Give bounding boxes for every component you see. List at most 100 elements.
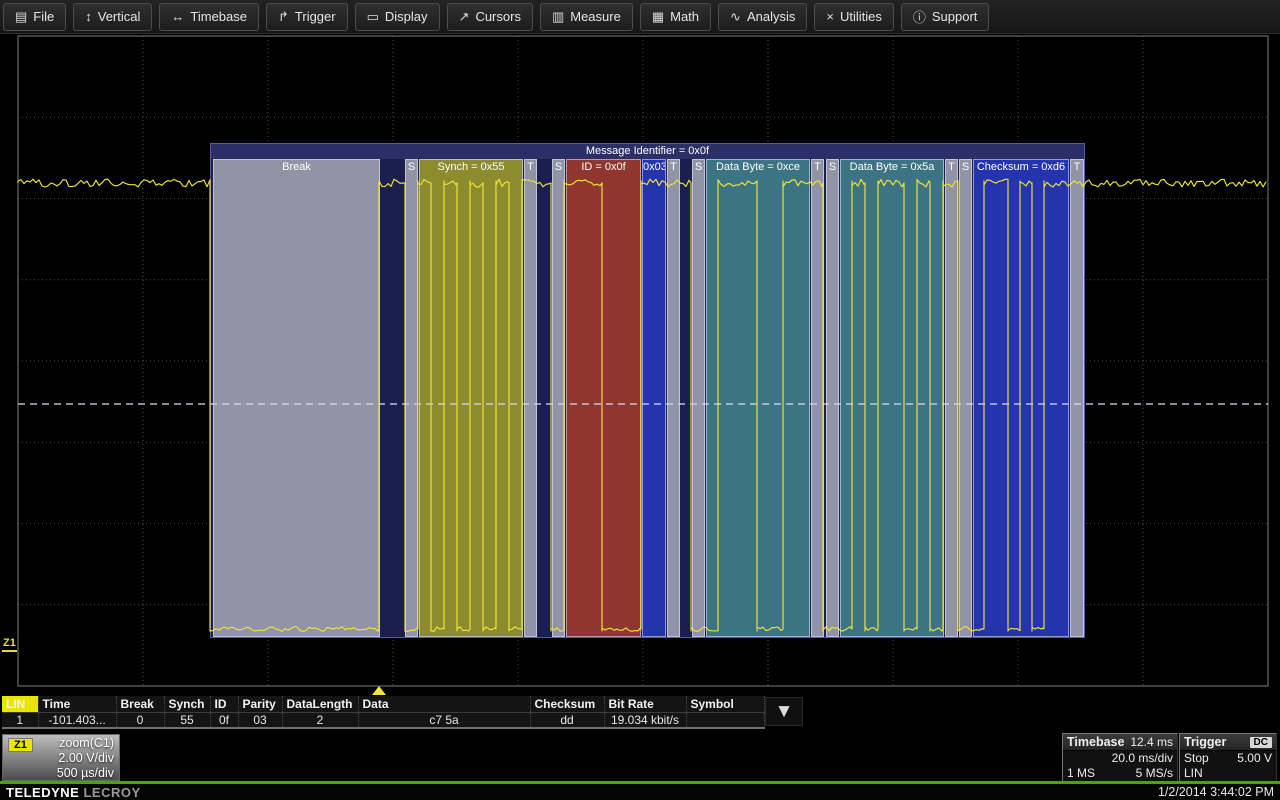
menu-support[interactable]: ⓘ Support bbox=[901, 3, 990, 31]
decode-field-label: S bbox=[406, 161, 417, 174]
menu-trigger-label: Trigger bbox=[295, 9, 336, 24]
decode-field-t: T bbox=[667, 159, 680, 637]
decode-field-label: Data Byte = 0x5a bbox=[841, 161, 943, 174]
timebase-descriptor[interactable]: Timebase 12.4 ms 20.0 ms/div 1 MS 5 MS/s bbox=[1062, 733, 1178, 782]
decode-table-header-row: LIN Time Break Synch ID Parity DataLengt… bbox=[2, 696, 764, 712]
table-dropdown-button[interactable]: ▼ bbox=[765, 697, 803, 726]
cell-data: c7 5a bbox=[358, 712, 530, 728]
decode-field-label: Data Byte = 0xce bbox=[707, 161, 809, 174]
decode-field-label: T bbox=[525, 161, 536, 174]
timebase-samples: 1 MS bbox=[1067, 766, 1095, 781]
decode-field-data: Data Byte = 0xce bbox=[706, 159, 810, 637]
decode-field-label: T bbox=[1071, 161, 1083, 174]
decode-field-checksum: Checksum = 0xd6 bbox=[973, 159, 1069, 637]
trigger-type: LIN bbox=[1184, 766, 1203, 781]
info-icon: ⓘ bbox=[913, 7, 926, 26]
menu-trigger[interactable]: ↱ Trigger bbox=[266, 3, 348, 31]
z1-trace-descriptor[interactable]: Z1 zoom(C1) 2.00 V/div 500 µs/div bbox=[2, 734, 120, 781]
cell-symbol bbox=[686, 712, 764, 728]
decode-field-label: Synch = 0x55 bbox=[420, 161, 522, 174]
menu-measure[interactable]: ▥Measure bbox=[540, 3, 633, 31]
table-header-data: Data bbox=[358, 696, 530, 712]
decode-field-label: S bbox=[553, 161, 564, 174]
datetime: 1/2/2014 3:44:02 PM bbox=[1158, 785, 1274, 799]
brand-teledyne: TELEDYNE bbox=[6, 785, 79, 800]
horizontal-arrows-icon: ↔ bbox=[171, 9, 184, 24]
table-header-symbol: Symbol bbox=[686, 696, 764, 712]
trigger-level: 5.00 V bbox=[1237, 751, 1272, 766]
decode-field-label: S bbox=[827, 161, 838, 174]
cell-datalength: 2 bbox=[282, 712, 358, 728]
menu-analysis[interactable]: ∿ Analysis bbox=[718, 3, 807, 31]
decode-field-label: S bbox=[693, 161, 704, 174]
decode-field-label: S bbox=[960, 161, 971, 174]
table-header-lin: LIN bbox=[2, 696, 38, 712]
table-header-id: ID bbox=[210, 696, 238, 712]
decode-field-label: T bbox=[668, 161, 679, 174]
menu-math[interactable]: ▦Math bbox=[640, 3, 711, 31]
menu-utilities[interactable]: × Utilities bbox=[814, 3, 894, 31]
decode-field-s: S bbox=[405, 159, 418, 637]
timebase-offset: 12.4 ms bbox=[1130, 735, 1173, 749]
decode-field-label: T bbox=[946, 161, 957, 174]
calculator-icon: ▦ bbox=[652, 9, 664, 25]
trigger-descriptor[interactable]: Trigger DC Stop 5.00 V LIN bbox=[1179, 733, 1277, 782]
menu-analysis-label: Analysis bbox=[747, 9, 795, 24]
timebase-sample-rate: 5 MS/s bbox=[1136, 766, 1173, 781]
menu-vertical[interactable]: ↕ Vertical bbox=[73, 3, 152, 31]
cell-break: 0 bbox=[116, 712, 164, 728]
table-header-bitrate: Bit Rate bbox=[604, 696, 686, 712]
menu-bar: ▤ File ↕ Vertical ↔ Timebase ↱ Trigger ▭Disp… bbox=[0, 0, 1280, 34]
trigger-edge-icon: ↱ bbox=[278, 9, 289, 25]
menu-cursors-label: Cursors bbox=[475, 9, 521, 24]
table-header-parity: Parity bbox=[238, 696, 282, 712]
decode-field-t: T bbox=[945, 159, 958, 637]
table-header-synch: Synch bbox=[164, 696, 210, 712]
cell-bitrate: 19.034 kbit/s bbox=[604, 712, 686, 728]
menu-display-label: Display bbox=[385, 9, 428, 24]
cell-synch: 55 bbox=[164, 712, 210, 728]
timebase-scale: 20.0 ms/div bbox=[1112, 751, 1173, 766]
vertical-arrows-icon: ↕ bbox=[85, 9, 92, 24]
menu-file-label: File bbox=[33, 9, 54, 24]
cursor-arrow-icon: ↗ bbox=[459, 9, 470, 25]
trigger-position-marker[interactable] bbox=[372, 686, 386, 695]
menu-utilities-label: Utilities bbox=[840, 9, 882, 24]
decode-field-s: S bbox=[826, 159, 839, 637]
decode-field-s: S bbox=[552, 159, 565, 637]
decode-field-t: T bbox=[524, 159, 537, 637]
z1-badge: Z1 bbox=[8, 738, 33, 752]
brand-logo: TELEDYNE LECROY bbox=[6, 785, 141, 800]
menu-support-label: Support bbox=[932, 9, 978, 24]
z1-volts-div: 2.00 V/div bbox=[8, 751, 114, 766]
decode-field-sync: Synch = 0x55 bbox=[419, 159, 523, 637]
decode-field-s: S bbox=[692, 159, 705, 637]
file-icon: ▤ bbox=[15, 9, 27, 25]
cell-index: 1 bbox=[2, 712, 38, 728]
cell-time: -101.403... bbox=[38, 712, 116, 728]
menu-measure-label: Measure bbox=[570, 9, 621, 24]
timebase-title: Timebase bbox=[1067, 735, 1124, 749]
menu-timebase-label: Timebase bbox=[190, 9, 247, 24]
oscilloscope-screen: ▤ File ↕ Vertical ↔ Timebase ↱ Trigger ▭Disp… bbox=[0, 0, 1280, 800]
brand-lecroy: LECROY bbox=[83, 785, 140, 800]
decode-table-row[interactable]: 1 -101.403... 0 55 0f 03 2 c7 5a dd 19.0… bbox=[2, 712, 764, 728]
lin-decode-overlay: Message Identifier = 0x0f BreakSSynch = … bbox=[210, 143, 1085, 638]
menu-display[interactable]: ▭Display bbox=[355, 3, 440, 31]
cell-id: 0f bbox=[210, 712, 238, 728]
menu-file[interactable]: ▤ File bbox=[3, 3, 66, 31]
status-bar: TELEDYNE LECROY 1/2/2014 3:44:02 PM bbox=[0, 784, 1280, 800]
z1-zoom-level-marker[interactable]: Z1 bbox=[2, 637, 17, 652]
waveform-chart-icon: ∿ bbox=[730, 9, 741, 25]
trigger-coupling-badge: DC bbox=[1250, 737, 1272, 748]
decode-result-table: LIN Time Break Synch ID Parity DataLengt… bbox=[2, 696, 765, 729]
tools-icon: × bbox=[826, 9, 834, 24]
table-header-datalength: DataLength bbox=[282, 696, 358, 712]
menu-timebase[interactable]: ↔ Timebase bbox=[159, 3, 259, 31]
decode-field-break: Break bbox=[213, 159, 380, 637]
menu-vertical-label: Vertical bbox=[98, 9, 141, 24]
decode-field-parity: 0x03 bbox=[642, 159, 666, 637]
decode-field-label: Break bbox=[214, 161, 379, 174]
decode-message-identifier: Message Identifier = 0x0f bbox=[211, 144, 1084, 159]
menu-cursors[interactable]: ↗ Cursors bbox=[447, 3, 533, 31]
